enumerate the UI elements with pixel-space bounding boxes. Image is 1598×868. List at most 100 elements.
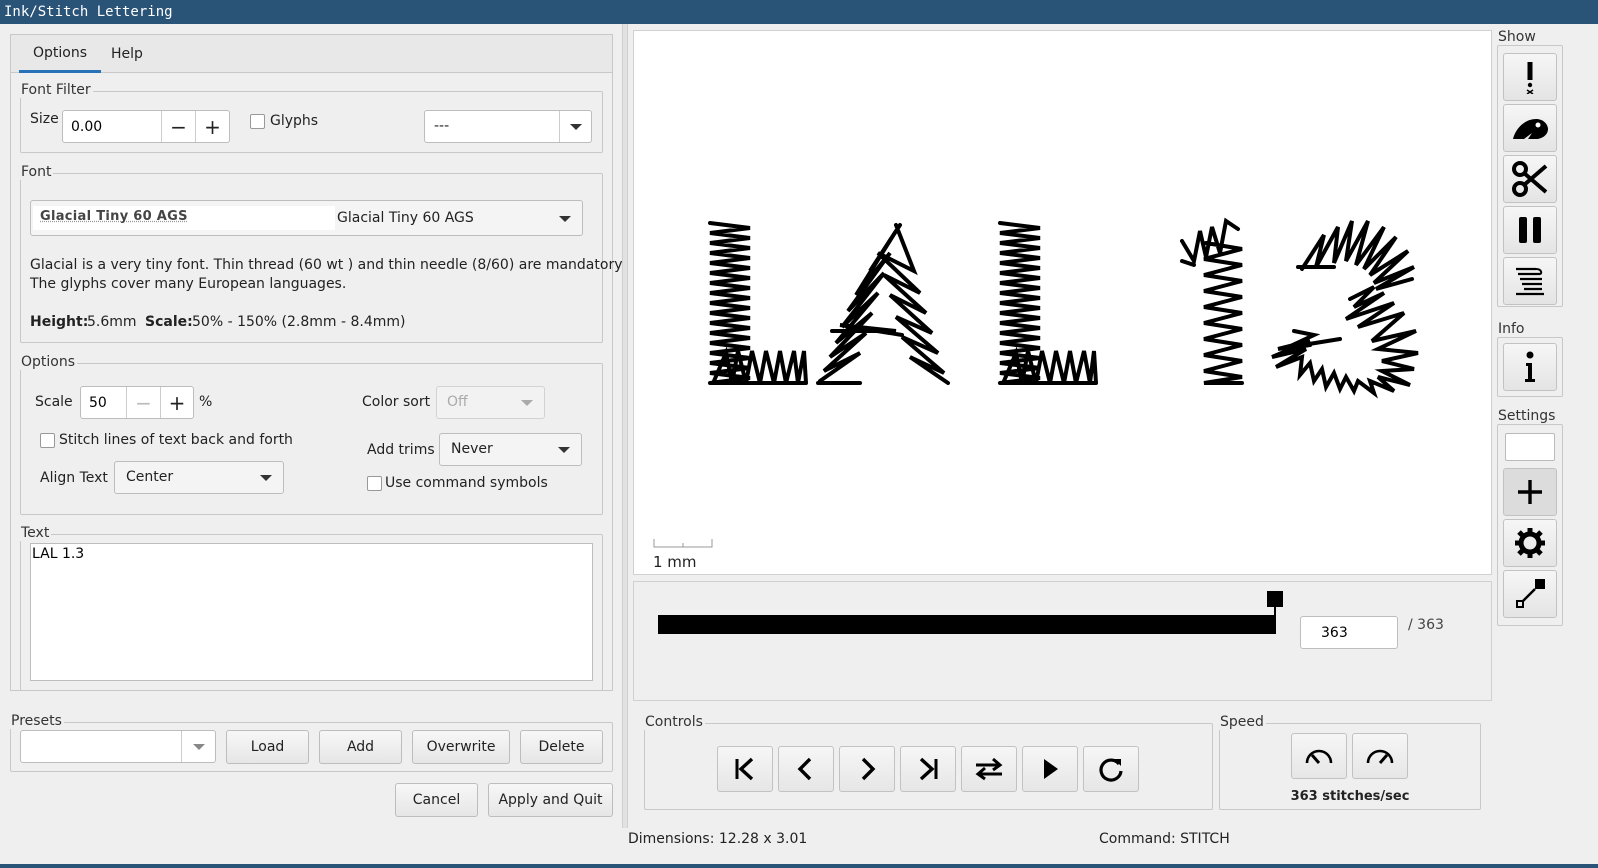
preferences-button[interactable]: [1503, 519, 1557, 567]
stitch-slider[interactable]: [658, 615, 1276, 634]
font-height-label: Height:: [30, 314, 89, 330]
pause-icon: [1519, 217, 1541, 243]
npp-toggle-button[interactable]: [1503, 570, 1557, 618]
glyphs-label: Glyphs: [270, 113, 319, 129]
step-forward-button[interactable]: [839, 746, 895, 792]
status-command: Command: STITCH: [1099, 831, 1230, 847]
restart-button[interactable]: [1083, 746, 1139, 792]
add-trims-select[interactable]: Never: [439, 433, 582, 466]
skip-end-icon: [919, 757, 938, 781]
info-button[interactable]: [1503, 343, 1557, 391]
chevron-right-icon: [861, 757, 876, 781]
toggle-trims-button[interactable]: [1503, 155, 1557, 203]
digit-1-stitches: [1180, 217, 1244, 385]
options-legend: Options: [19, 354, 78, 370]
command-symbols-label: Use command symbols: [385, 475, 548, 491]
presets-legend: Presets: [9, 713, 64, 729]
scale-spin: − +: [80, 386, 194, 419]
overwrite-preset-button[interactable]: Overwrite: [412, 730, 510, 764]
scale-unit: %: [199, 394, 213, 410]
tab-options[interactable]: Options: [19, 35, 101, 73]
font-scale-value: 50% - 150% (2.8mm - 8.4mm): [192, 314, 406, 330]
skip-to-end-button[interactable]: [900, 746, 956, 792]
size-input[interactable]: [69, 115, 157, 139]
fast-gauge-icon: [1366, 749, 1394, 764]
color-sort-value: Off: [447, 394, 468, 410]
play-button[interactable]: [1022, 746, 1078, 792]
background-color-swatch[interactable]: [1505, 433, 1555, 461]
scale-increment-button[interactable]: +: [160, 387, 193, 418]
step-backward-button[interactable]: [778, 746, 834, 792]
speed-up-button[interactable]: [1352, 733, 1408, 779]
gear-icon: [1515, 528, 1545, 558]
info-icon: [1525, 351, 1535, 382]
add-button[interactable]: [1503, 468, 1557, 516]
refresh-icon: [1099, 758, 1123, 782]
stitch-preview-canvas[interactable]: 1 mm: [633, 30, 1492, 575]
scale-input[interactable]: [87, 391, 123, 415]
scissors-icon: [1512, 161, 1548, 197]
delete-preset-button[interactable]: Delete: [520, 730, 603, 764]
tab-help-label: Help: [111, 46, 143, 62]
toggle-color-changes-button[interactable]: [1503, 257, 1557, 305]
stitch-slider-fill: [658, 615, 1276, 634]
total-stitches-label: / 363: [1408, 617, 1444, 633]
add-preset-button[interactable]: Add: [319, 730, 402, 764]
slow-gauge-icon: [1305, 749, 1333, 764]
color-sort-select[interactable]: Off: [436, 386, 545, 419]
scale-decrement-button[interactable]: −: [126, 387, 160, 418]
current-stitch-input[interactable]: [1300, 616, 1398, 649]
align-text-select[interactable]: Center: [114, 461, 284, 494]
font-preview-text: Glacial Tiny 60 AGS: [40, 209, 188, 224]
stitch-slider-handle-stem: [1274, 605, 1276, 634]
back-forth-checkbox[interactable]: [40, 433, 55, 448]
font-description-line2: The glyphs cover many European languages…: [30, 276, 347, 292]
tab-bar: [11, 35, 612, 73]
toggle-errors-button[interactable]: [1503, 53, 1557, 101]
toggle-stops-button[interactable]: [1503, 206, 1557, 254]
status-dimensions: Dimensions: 12.28 x 3.01: [628, 831, 808, 847]
settings-legend: Settings: [1496, 408, 1558, 424]
chevron-down-icon: [260, 475, 272, 481]
font-select[interactable]: Glacial Tiny 60 AGS Glacial Tiny 60 AGS: [30, 200, 583, 236]
chevron-down-icon: [558, 447, 570, 453]
font-legend: Font: [19, 164, 54, 180]
direction-toggle-button[interactable]: [961, 746, 1017, 792]
lettering-text-area[interactable]: LAL 1.3: [30, 543, 593, 681]
cancel-button[interactable]: Cancel: [395, 783, 478, 817]
add-trims-label: Add trims: [367, 442, 435, 458]
size-increment-button[interactable]: +: [195, 111, 229, 142]
chevron-left-icon: [797, 757, 812, 781]
play-icon: [1044, 759, 1058, 779]
back-forth-label: Stitch lines of text back and forth: [59, 432, 293, 448]
preset-combobox[interactable]: [20, 730, 216, 763]
size-decrement-button[interactable]: −: [161, 111, 195, 142]
tab-help[interactable]: Help: [105, 35, 149, 73]
slow-down-button[interactable]: [1291, 733, 1347, 779]
apply-and-quit-button[interactable]: Apply and Quit: [488, 783, 613, 817]
letter-l2-stitches: [998, 221, 1098, 385]
font-name: Glacial Tiny 60 AGS: [337, 210, 474, 226]
toggle-jumps-button[interactable]: [1503, 104, 1557, 152]
font-description-line1: Glacial is a very tiny font. Thin thread…: [30, 257, 625, 273]
align-text-value: Center: [126, 469, 174, 485]
speed-legend: Speed: [1218, 714, 1266, 730]
window-title: Ink/Stitch Lettering: [0, 0, 1598, 24]
digit-3-stitches: [1271, 220, 1419, 399]
skip-start-icon: [735, 757, 754, 781]
text-legend: Text: [19, 525, 52, 541]
font-height-value: 5.6mm: [87, 314, 137, 330]
show-legend: Show: [1496, 29, 1538, 45]
add-trims-value: Never: [451, 441, 493, 457]
resize-diagonal-icon: [1516, 579, 1545, 608]
skip-to-start-button[interactable]: [717, 746, 773, 792]
window-bottom-border: [0, 864, 1598, 868]
glyph-filter-select[interactable]: ---: [424, 110, 592, 143]
command-symbols-checkbox[interactable]: [367, 476, 382, 491]
letter-a-stitches: [816, 223, 950, 385]
load-preset-button[interactable]: Load: [226, 730, 309, 764]
tab-options-label: Options: [32, 44, 88, 61]
align-text-label: Align Text: [40, 470, 108, 486]
pane-splitter[interactable]: [622, 24, 628, 828]
glyphs-checkbox[interactable]: [250, 114, 265, 129]
